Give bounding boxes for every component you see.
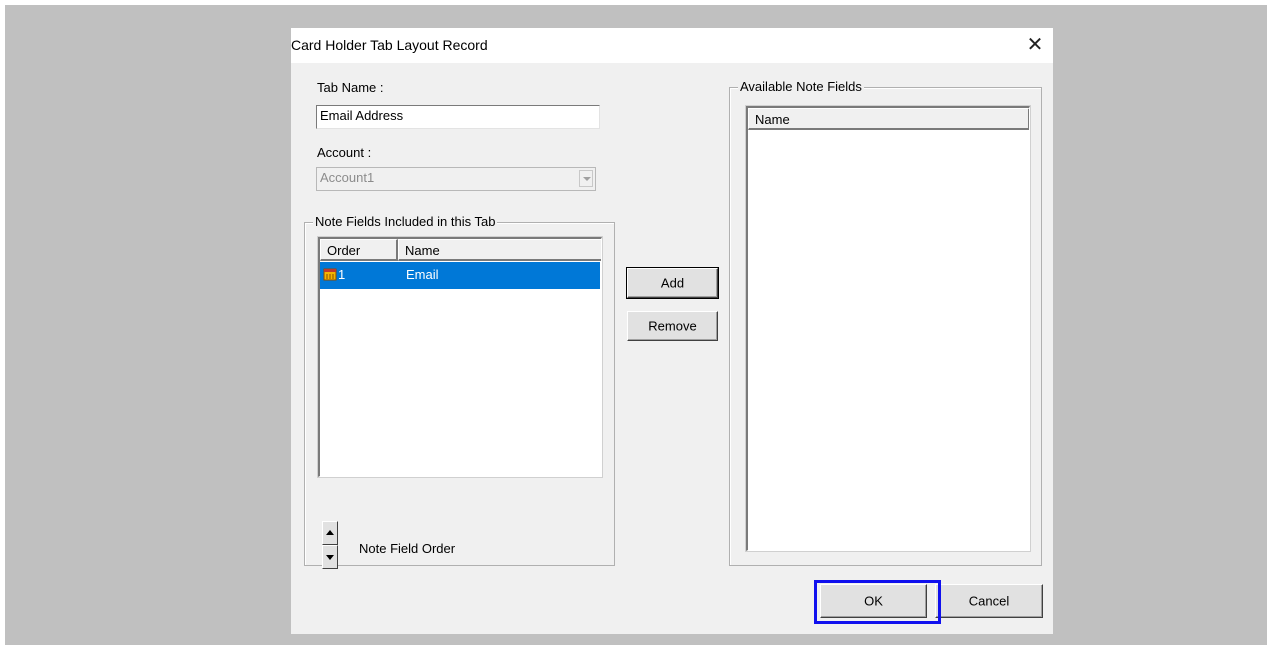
tab-layout-dialog: Card Holder Tab Layout Record ✕ Tab Name… [291,28,1053,634]
column-header-order[interactable]: Order [320,239,398,261]
move-down-button[interactable] [322,545,338,569]
included-fields-group: Note Fields Included in this Tab Order N… [304,214,615,569]
available-fields-list[interactable]: Name [745,105,1031,552]
column-header-name[interactable]: Name [748,108,1029,130]
available-fields-group-title: Available Note Fields [738,79,864,94]
note-field-order-label: Note Field Order [359,541,456,556]
tab-name-input[interactable]: Email Address [316,105,600,129]
included-fields-group-title: Note Fields Included in this Tab [313,214,498,229]
chevron-down-icon[interactable] [579,170,593,187]
ok-button[interactable]: OK [820,584,927,618]
title-bar: Card Holder Tab Layout Record ✕ [291,28,1053,63]
move-up-button[interactable] [322,521,338,545]
remove-button[interactable]: Remove [627,311,718,341]
remove-button-label: Remove [648,318,697,334]
row-name: Email [406,267,439,282]
included-fields-list[interactable]: Order Name 1 Email [317,236,603,478]
account-dropdown[interactable]: Account1 [316,167,596,191]
add-button[interactable]: Add [626,267,719,299]
dialog-title: Card Holder Tab Layout Record [291,37,488,53]
account-label: Account : [317,145,372,160]
column-header-name[interactable]: Name [398,239,601,261]
add-button-label: Add [660,275,685,291]
tab-name-label: Tab Name : [317,80,384,95]
note-field-icon [323,268,337,281]
table-row[interactable]: 1 Email [320,262,600,289]
close-icon[interactable]: ✕ [1023,34,1047,56]
cancel-button[interactable]: Cancel [935,584,1043,618]
account-value: Account1 [320,170,375,185]
ok-button-label: OK [864,593,883,609]
available-fields-group: Available Note Fields Name [729,79,1042,566]
row-order: 1 [338,267,346,282]
cancel-button-label: Cancel [968,593,1010,609]
